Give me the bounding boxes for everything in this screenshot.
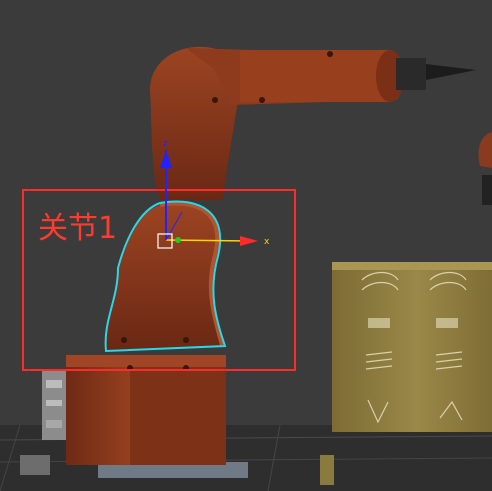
joint-label: 关节1 (38, 211, 118, 246)
partial-robot-right (478, 132, 492, 205)
gizmo-x-label: x (264, 237, 270, 247)
gizmo-z-label: z (163, 139, 168, 149)
joint-1-body[interactable] (105, 201, 224, 350)
robot-upper-arm[interactable] (150, 46, 476, 200)
robot-base[interactable] (66, 355, 248, 478)
3d-viewport[interactable]: x z 关节1 (0, 0, 492, 491)
